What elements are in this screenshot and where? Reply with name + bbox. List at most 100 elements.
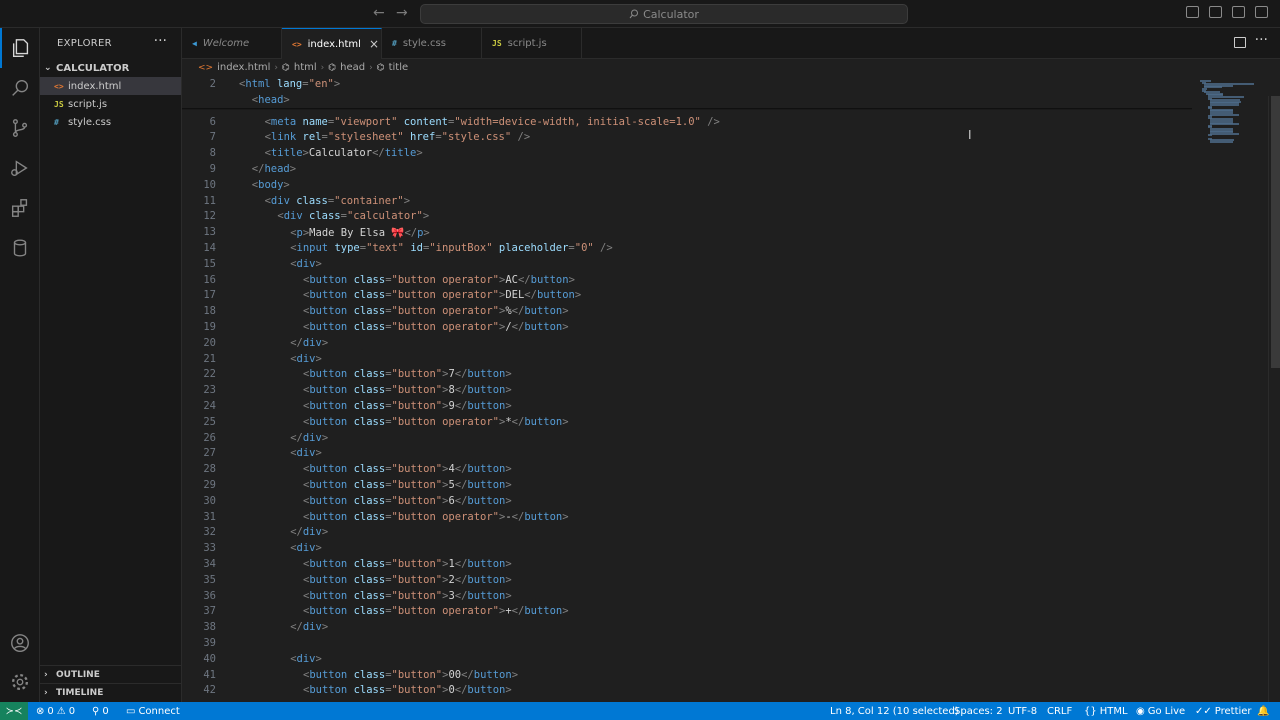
line-number: 27 <box>203 447 216 460</box>
code-line[interactable]: 26 </div> <box>182 430 1182 446</box>
remote-indicator[interactable]: ≻≺ <box>0 702 28 720</box>
code-line[interactable]: 38 </div> <box>182 619 1182 635</box>
code-line[interactable]: 35 <button class="button">2</button> <box>182 572 1182 588</box>
code-line[interactable]: 28 <button class="button">4</button> <box>182 461 1182 477</box>
folder-header[interactable]: ⌄ CALCULATOR <box>40 59 181 77</box>
timeline-section[interactable]: › TIMELINE <box>40 683 181 701</box>
vertical-scrollbar[interactable] <box>1268 96 1280 702</box>
more-actions-icon[interactable]: ··· <box>1255 32 1268 48</box>
go-live-button[interactable]: ◉ Go Live <box>1136 702 1185 720</box>
html-icon: <> <box>292 39 302 49</box>
css-file-icon: # <box>54 117 59 127</box>
code-line[interactable]: 12 <div class="calculator"> <box>182 208 1182 224</box>
settings-gear-icon[interactable] <box>0 662 40 702</box>
toggle-panel-icon[interactable] <box>1209 6 1222 18</box>
end-of-line[interactable]: CRLF <box>1047 702 1072 720</box>
run-debug-icon[interactable] <box>0 148 40 188</box>
code-line[interactable]: 16 <button class="button operator">AC</bu… <box>182 272 1182 288</box>
code-line[interactable]: 25 <button class="button operator">*</but… <box>182 414 1182 430</box>
code-line[interactable]: 10 <body> <box>182 177 1182 193</box>
code-editor[interactable]: 2 <html lang="en"> <head> 6 <meta name="view… <box>182 76 1268 702</box>
line-number: 42 <box>203 684 216 697</box>
code-line[interactable]: <head> <box>182 92 1182 108</box>
code-line[interactable]: 34 <button class="button">1</button> <box>182 556 1182 572</box>
encoding[interactable]: UTF-8 <box>1008 702 1037 720</box>
code-line[interactable]: 11 <div class="container"> <box>182 193 1182 209</box>
code-line[interactable]: 41 <button class="button">00</button> <box>182 667 1182 683</box>
breadcrumb-item[interactable]: index.html <box>217 62 270 73</box>
problems-indicator[interactable]: ⊗ 0 ⚠ 0 <box>36 702 75 720</box>
code-line[interactable]: 21 <div> <box>182 351 1182 367</box>
timeline-label: TIMELINE <box>56 687 104 698</box>
code-line[interactable]: 42 <button class="button">0</button> <box>182 682 1182 698</box>
code-line[interactable]: 9 </head> <box>182 161 1182 177</box>
tab-index-html[interactable]: <> index.html × <box>282 28 382 59</box>
line-number: 14 <box>203 242 216 254</box>
code-line[interactable]: 23 <button class="button">8</button> <box>182 382 1182 398</box>
minimap-line <box>1210 113 1240 116</box>
code-line[interactable]: 37 <button class="button operator">+</but… <box>182 603 1182 619</box>
toggle-sidebar-icon[interactable] <box>1186 6 1199 18</box>
explorer-icon[interactable] <box>0 28 40 68</box>
code-line[interactable]: 15 <div> <box>182 256 1182 272</box>
forward-arrow-icon[interactable]: → <box>396 5 408 21</box>
code-line[interactable]: 2 <html lang="en"> <box>182 76 1182 92</box>
notifications-button[interactable]: 🔔 <box>1257 702 1269 720</box>
code-line[interactable]: 40 <div> <box>182 651 1182 667</box>
code-line[interactable]: 27 <div> <box>182 445 1182 461</box>
split-editor-icon[interactable] <box>1234 37 1246 48</box>
file-item-index-html[interactable]: <> index.html <box>40 77 181 95</box>
command-center-search[interactable]: Calculator <box>420 4 908 24</box>
chevron-right-icon: › <box>44 669 48 680</box>
account-icon[interactable] <box>0 623 40 663</box>
code-line[interactable]: 33 <div> <box>182 540 1182 556</box>
database-icon[interactable] <box>0 228 40 268</box>
code-line[interactable]: 30 <button class="button">6</button> <box>182 493 1182 509</box>
file-item-script-js[interactable]: JS script.js <box>40 95 181 113</box>
code-line[interactable]: 6 <meta name="viewport" content="width=de… <box>182 114 1182 130</box>
minimap[interactable] <box>1192 76 1268 702</box>
code-line[interactable]: 29 <button class="button">5</button> <box>182 477 1182 493</box>
line-number: 22 <box>203 368 216 381</box>
source-control-icon[interactable] <box>0 108 40 148</box>
html-icon: <> <box>198 62 214 73</box>
tab-script-js[interactable]: JS script.js <box>482 28 582 59</box>
breadcrumb-item[interactable]: title <box>389 62 409 73</box>
breadcrumb-item[interactable]: head <box>340 62 365 73</box>
code-line[interactable]: 32 </div> <box>182 524 1182 540</box>
line-number: 40 <box>203 652 216 665</box>
tab-welcome[interactable]: ◀ Welcome <box>182 28 282 59</box>
code-line[interactable]: 18 <button class="button operator">%</but… <box>182 303 1182 319</box>
code-line[interactable]: 31 <button class="button operator">-</but… <box>182 509 1182 525</box>
back-arrow-icon[interactable]: ← <box>373 5 385 21</box>
line-number: 36 <box>203 589 216 602</box>
toggle-secondary-sidebar-icon[interactable] <box>1232 6 1245 18</box>
tab-style-css[interactable]: # style.css <box>382 28 482 59</box>
language-mode[interactable]: {} HTML <box>1084 702 1128 720</box>
code-line[interactable]: 14 <input type="text" id="inputBox" place… <box>182 240 1182 256</box>
outline-section[interactable]: › OUTLINE <box>40 665 181 683</box>
file-item-style-css[interactable]: # style.css <box>40 113 181 131</box>
extensions-icon[interactable] <box>0 188 40 228</box>
customize-layout-icon[interactable] <box>1255 6 1268 18</box>
code-line[interactable]: 36 <button class="button">3</button> <box>182 588 1182 604</box>
search-icon[interactable] <box>0 68 40 108</box>
close-icon[interactable]: × <box>369 37 379 51</box>
code-line[interactable]: 13 <p>Made By Elsa 🎀</p> <box>182 224 1182 240</box>
prettier-button[interactable]: ✓✓ Prettier <box>1195 702 1252 720</box>
more-actions-icon[interactable]: ··· <box>154 33 167 49</box>
code-line[interactable]: 7 <link rel="stylesheet" href="style.css"… <box>182 129 1182 145</box>
code-line[interactable]: 24 <button class="button">9</button> <box>182 398 1182 414</box>
code-line[interactable]: 17 <button class="button operator">DEL</b… <box>182 287 1182 303</box>
code-line[interactable]: 8 <title>Calculator</title> <box>182 145 1182 161</box>
ports-indicator[interactable]: ⚲ 0 <box>92 702 109 720</box>
code-line[interactable]: 39 <box>182 635 1182 651</box>
code-line[interactable]: 19 <button class="button operator">/</but… <box>182 319 1182 335</box>
indentation[interactable]: Spaces: 2 <box>954 702 1003 720</box>
connect-button[interactable]: ▭ Connect <box>126 702 180 720</box>
scrollbar-thumb[interactable] <box>1271 96 1280 368</box>
breadcrumb-item[interactable]: html <box>294 62 317 73</box>
code-line[interactable]: 22 <button class="button">7</button> <box>182 366 1182 382</box>
code-line[interactable]: 20 </div> <box>182 335 1182 351</box>
cursor-position[interactable]: Ln 8, Col 12 (10 selected) <box>830 702 959 720</box>
